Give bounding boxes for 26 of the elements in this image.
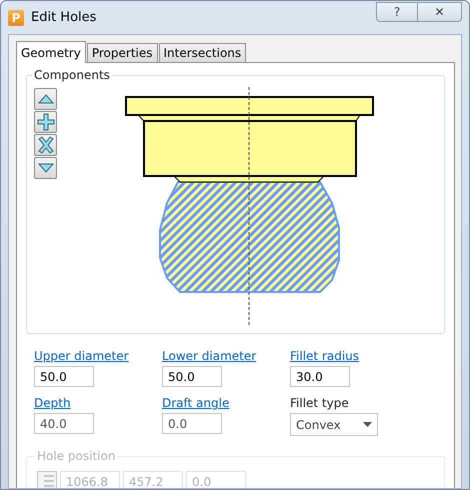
tab[interactable]: Properties [86,43,158,62]
move-down-button[interactable] [34,157,57,179]
cross-icon [36,136,54,154]
triangle-down-icon [38,163,54,173]
move-up-button[interactable] [34,88,57,110]
input-field[interactable]: 50.0 [34,366,94,387]
triangle-up-icon [38,94,54,104]
group-title: Components [32,67,112,83]
plus-icon [36,113,54,131]
delete-button[interactable] [34,134,57,156]
field-label-link[interactable]: Fillet radius [290,348,418,364]
field-label: Fillet type [290,395,350,411]
dropdown-arrow-icon [363,422,372,427]
input-field[interactable]: 50.0 [162,366,222,387]
group-title: Hole position [35,448,118,464]
window-title: Edit Holes [31,8,96,27]
tab[interactable]: Geometry [16,41,86,63]
help-button[interactable]: ? [376,2,418,22]
close-button[interactable]: ✕ [418,2,462,22]
tab[interactable]: Intersections [158,43,246,62]
input-field[interactable]: 30.0 [290,366,350,387]
field-label-link[interactable]: Lower diameter [162,348,290,364]
field-label-link[interactable]: Upper diameter [34,348,162,364]
add-button[interactable] [34,111,57,133]
fillet-type-dropdown[interactable]: Convex [290,413,378,436]
app-icon: P [8,10,24,26]
